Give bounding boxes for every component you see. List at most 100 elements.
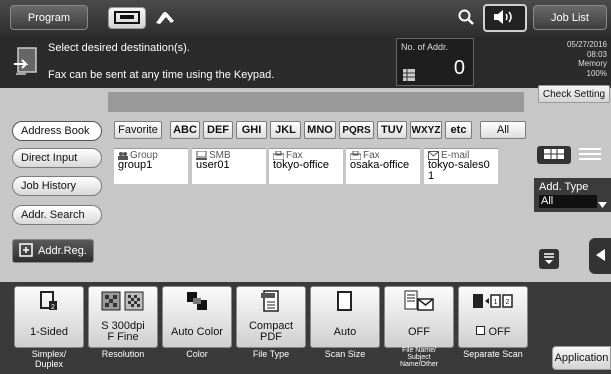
tab-favorite[interactable]: Favorite: [114, 121, 162, 139]
add-type-label: Add. Type: [539, 181, 589, 193]
memory-label: Memory: [578, 59, 607, 68]
program-button[interactable]: Program: [10, 5, 88, 30]
address-count-label: No. of Addr.: [401, 42, 449, 52]
list-view-button[interactable]: [573, 146, 607, 164]
grid-icon: [544, 148, 564, 162]
separate-scan-value: OFF: [488, 325, 511, 338]
memory-value: 100%: [586, 68, 607, 78]
destination-card[interactable]: Fax osaka-office: [346, 148, 420, 184]
thumbnail-view-button[interactable]: [537, 146, 571, 164]
register-icon: [19, 242, 33, 260]
arrow-left-icon: [595, 248, 605, 264]
tab-pqrs[interactable]: PQRS: [339, 121, 374, 139]
status-date: 05/27/2016: [566, 40, 607, 49]
scan-size-value: Auto: [333, 325, 357, 338]
document-mail-icon: [404, 290, 434, 315]
destination-name: tokyo-office: [273, 159, 330, 171]
application-label: Application: [554, 352, 609, 364]
tab-abc[interactable]: ABC: [170, 121, 200, 139]
status-time: 08:03: [586, 49, 607, 59]
tab-def[interactable]: DEF: [203, 121, 233, 139]
tab-wxyz[interactable]: WXYZ: [410, 121, 442, 139]
sidebar-item-direct-input[interactable]: Direct Input: [12, 148, 102, 168]
separate-scan-key[interactable]: 12 OFF: [458, 286, 528, 348]
program-label: Program: [27, 11, 71, 24]
destination-name: group1: [118, 159, 153, 171]
checkbox-icon: [475, 326, 485, 338]
destination-name: tokyo-sales0 1: [428, 159, 490, 182]
simplex-duplex-value: 1-Sided: [30, 325, 68, 338]
address-count-value: 0: [453, 57, 465, 79]
check-setting-button[interactable]: Check Setting: [538, 85, 610, 103]
color-label: Color: [186, 349, 208, 359]
list-icon: [403, 69, 415, 84]
menu-down-icon: [543, 252, 555, 267]
destination-card[interactable]: Fax tokyo-office: [269, 148, 343, 184]
destination-input-strip: [108, 92, 524, 112]
resolution-key[interactable]: S 300dpi F Fine: [88, 286, 158, 348]
resolution-icon: [101, 291, 145, 314]
simplex-duplex-label: Simplex/ Duplex: [31, 349, 67, 369]
telephone-icon: [114, 10, 140, 27]
svg-text:2: 2: [506, 299, 510, 306]
addr-reg-label: Addr.Reg.: [38, 245, 87, 257]
check-setting-label: Check Setting: [542, 88, 606, 100]
file-type-label: File Type: [252, 349, 290, 359]
add-type-panel: Add. Type All: [534, 178, 611, 212]
add-type-select[interactable]: All: [539, 195, 597, 208]
file-type-key[interactable]: Compact PDF: [236, 286, 306, 348]
expand-panel-button[interactable]: [539, 249, 559, 269]
pdf-file-icon: [261, 289, 281, 315]
chevron-down-icon: [598, 199, 607, 211]
file-type-value: Compact PDF: [248, 320, 294, 343]
telephone-button[interactable]: [108, 7, 146, 29]
tab-jkl[interactable]: JKL: [270, 121, 301, 139]
addr-reg-button[interactable]: Addr.Reg.: [12, 239, 94, 263]
separate-scan-label: Separate Scan: [463, 349, 523, 359]
tab-etc[interactable]: etc: [445, 121, 472, 139]
volume-button[interactable]: [483, 4, 527, 32]
color-key[interactable]: Auto Color: [162, 286, 232, 348]
tab-all[interactable]: All: [480, 121, 526, 139]
one-sided-icon: 2: [40, 290, 58, 314]
tab-tuv[interactable]: TUV: [377, 121, 407, 139]
fax-hint-text: Fax can be sent at any time using the Ke…: [48, 69, 275, 81]
address-count-box: No. of Addr. 0: [396, 38, 474, 86]
sidebar-item-address-book[interactable]: Address Book: [12, 121, 102, 141]
file-name-subject-value: OFF: [408, 325, 430, 338]
resolution-label: Resolution: [101, 349, 145, 359]
sidebar-item-addr-search[interactable]: Addr. Search: [12, 205, 102, 225]
resolution-value: S 300dpi F Fine: [101, 320, 145, 343]
color-icon: [186, 291, 208, 314]
simplex-duplex-key[interactable]: 2 1-Sided: [14, 286, 84, 348]
speaker-icon: [492, 9, 518, 28]
svg-text:1: 1: [494, 299, 498, 306]
destination-card[interactable]: SMB user01: [192, 148, 266, 184]
destination-card[interactable]: E-mail tokyo-sales0 1: [424, 148, 498, 184]
application-button[interactable]: Application: [552, 346, 611, 370]
page-icon: [337, 290, 353, 314]
destination-name: osaka-office: [350, 159, 410, 171]
job-list-label: Job List: [551, 11, 589, 24]
instruction-text: Select desired destination(s).: [48, 42, 190, 54]
handset-icon: [154, 9, 176, 28]
search-icon: [458, 9, 474, 28]
tab-ghi[interactable]: GHI: [236, 121, 267, 139]
list-icon: [579, 147, 601, 163]
svg-text:2: 2: [51, 304, 55, 311]
scan-size-key[interactable]: Auto: [310, 286, 380, 348]
tab-mno[interactable]: MNO: [304, 121, 336, 139]
separate-scan-icon: 12: [472, 292, 514, 313]
separate-scan-value-row: OFF: [459, 317, 527, 347]
destination-card[interactable]: Group group1: [114, 148, 188, 184]
file-name-subject-key[interactable]: OFF: [384, 286, 454, 348]
search-button[interactable]: [452, 6, 480, 30]
sidebar-item-job-history[interactable]: Job History: [12, 176, 102, 196]
file-name-subject-label: File Name/ Subject Name/Other: [399, 347, 439, 368]
color-value: Auto Color: [171, 325, 223, 338]
job-list-button[interactable]: Job List: [533, 5, 607, 30]
on-hook-button[interactable]: [148, 7, 182, 29]
destination-name: user01: [196, 159, 230, 171]
status-panel: 05/27/2016 08:03 Memory 100%: [535, 40, 607, 78]
side-panel-tab[interactable]: [589, 238, 611, 274]
